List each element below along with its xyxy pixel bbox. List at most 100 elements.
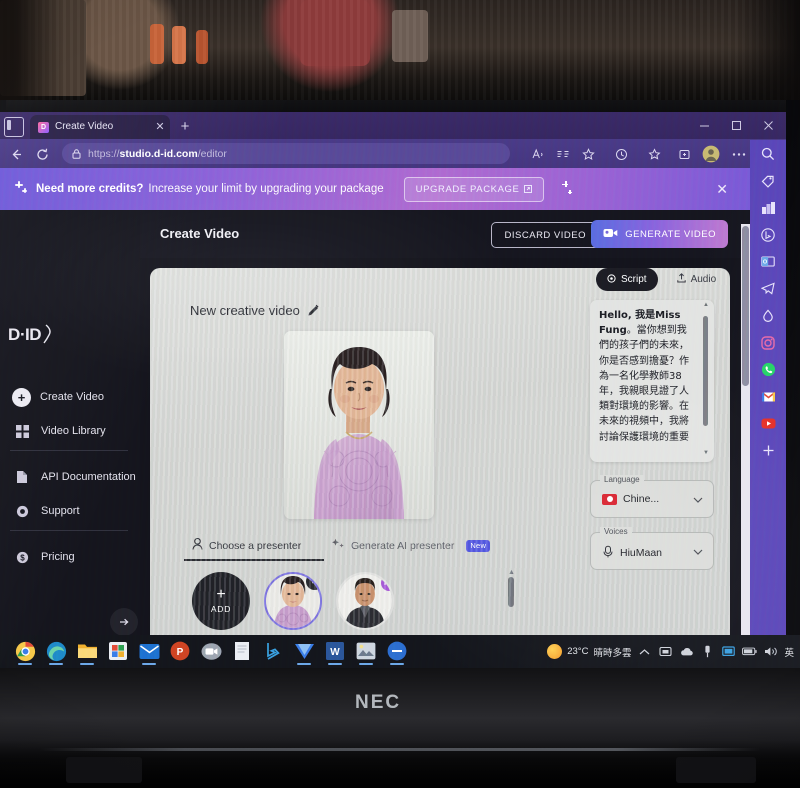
- script-editor[interactable]: Hello, 我是Miss Fung。當你想到我們的孩子們的未來，你是否感到擔憂…: [590, 300, 714, 462]
- reload-button[interactable]: [32, 144, 52, 164]
- settings-more-icon[interactable]: [729, 144, 749, 164]
- language-value: Chine...: [623, 493, 660, 505]
- browser-titlebar: D Create Video ✕ +: [0, 112, 786, 139]
- gmail-icon[interactable]: [750, 383, 786, 410]
- drop-icon[interactable]: [750, 302, 786, 329]
- feedback-fab-button[interactable]: [110, 608, 138, 636]
- script-scrollbar[interactable]: [703, 307, 708, 455]
- sparkle-icon: [332, 538, 345, 553]
- language-select[interactable]: Language Chine...: [590, 475, 714, 518]
- taskbar-edge-icon[interactable]: [43, 638, 69, 665]
- close-button[interactable]: [752, 112, 784, 139]
- tab-audio[interactable]: Audio: [666, 268, 728, 291]
- sidebar-item-api-documentation[interactable]: API Documentation: [0, 460, 140, 494]
- generate-video-button[interactable]: GENERATE VIDEO: [591, 220, 728, 248]
- banner-close-icon[interactable]: ✕: [716, 181, 728, 198]
- pencil-icon[interactable]: [307, 304, 320, 317]
- tab-actions-icon[interactable]: [4, 117, 24, 137]
- new-tab-button[interactable]: +: [176, 118, 194, 136]
- cloud-icon[interactable]: [679, 644, 694, 659]
- discard-video-button[interactable]: DISCARD VIDEO: [490, 222, 600, 248]
- youtube-icon[interactable]: [750, 410, 786, 437]
- remove-presenter-icon[interactable]: ✕: [306, 574, 320, 590]
- sun-cloud-icon: [547, 644, 563, 659]
- taskbar-photos-icon[interactable]: [353, 638, 379, 665]
- taskbar-minus-app-icon[interactable]: [384, 638, 410, 665]
- maximize-button[interactable]: [720, 112, 752, 139]
- scrollbar-thumb[interactable]: [508, 577, 514, 607]
- scrollbar-thumb[interactable]: [703, 316, 708, 426]
- voices-select[interactable]: Voices HiuMaan: [590, 527, 714, 570]
- chevron-down-icon[interactable]: [693, 495, 703, 505]
- chevron-down-icon[interactable]: [693, 547, 703, 557]
- profile-icon[interactable]: [701, 144, 721, 164]
- taskbar-store-icon[interactable]: [105, 638, 131, 664]
- browser-tab-create-video[interactable]: D Create Video ✕: [30, 115, 170, 139]
- chevron-up-icon[interactable]: [637, 644, 652, 659]
- video-title[interactable]: New creative video: [190, 303, 320, 318]
- sidebar-item-create-video[interactable]: + Create Video: [0, 380, 140, 414]
- instagram-icon[interactable]: [750, 329, 786, 356]
- bing-icon[interactable]: [750, 221, 786, 248]
- taskbar-chrome-icon[interactable]: [12, 638, 38, 665]
- favorite-add-icon[interactable]: [578, 144, 598, 164]
- ime-indicator[interactable]: 英: [784, 645, 794, 659]
- taskbar-file-explorer-icon[interactable]: [74, 638, 100, 665]
- telegram-icon[interactable]: [750, 275, 786, 302]
- search-icon[interactable]: [750, 140, 786, 167]
- tab-generate-ai-presenter[interactable]: Generate AI presenter New: [332, 538, 491, 553]
- presenter-thumb-option[interactable]: HQ: [336, 572, 394, 630]
- whatsapp-icon[interactable]: [750, 356, 786, 383]
- tab-script[interactable]: Script: [596, 268, 658, 291]
- presenter-thumb-selected[interactable]: ✕: [264, 572, 322, 630]
- outlook-icon[interactable]: O: [750, 248, 786, 275]
- taskbar-mail-icon[interactable]: [136, 638, 162, 665]
- svg-text:D: D: [8, 325, 20, 344]
- scroll-up-icon[interactable]: ▲: [703, 302, 709, 308]
- taskbar-powerpoint-icon[interactable]: P: [167, 638, 193, 664]
- read-aloud-icon[interactable]: [528, 144, 548, 164]
- add-app-icon[interactable]: [750, 437, 786, 464]
- battery-icon[interactable]: [742, 644, 758, 659]
- shopping-tag-icon[interactable]: [750, 167, 786, 194]
- sidebar-item-label: Video Library: [41, 425, 106, 437]
- back-button[interactable]: [6, 144, 26, 164]
- banner-headline: Need more credits?: [36, 183, 144, 195]
- volume-icon[interactable]: [763, 644, 778, 659]
- taskbar-zoom-icon[interactable]: [198, 638, 224, 664]
- voices-value: HiuMaan: [620, 547, 663, 559]
- tab-choose-presenter[interactable]: Choose a presenter: [183, 537, 325, 561]
- page-scrollbar[interactable]: [741, 224, 750, 635]
- minimize-button[interactable]: [688, 112, 720, 139]
- sidebar-item-pricing[interactable]: $ Pricing: [0, 540, 140, 574]
- address-bar[interactable]: https://studio.d-id.com/editor: [62, 143, 510, 164]
- display-icon[interactable]: [721, 644, 736, 659]
- tab-close-icon[interactable]: ✕: [153, 120, 167, 134]
- weather-widget[interactable]: 23°C 晴時多雲: [547, 644, 631, 659]
- taskbar-wps-icon[interactable]: [291, 638, 317, 665]
- taskbar-bing-icon[interactable]: [260, 638, 286, 664]
- sidebar-item-video-library[interactable]: Video Library: [0, 414, 140, 448]
- presenter-stage[interactable]: [284, 331, 434, 519]
- scrollbar-thumb[interactable]: [742, 226, 749, 386]
- scroll-down-icon[interactable]: ▼: [703, 450, 709, 456]
- tab-generate-ai-presenter-label: Generate AI presenter: [351, 539, 455, 552]
- upgrade-package-button[interactable]: UPGRADE PACKAGE: [403, 176, 545, 202]
- script-text[interactable]: Hello, 我是Miss Fung。當你想到我們的孩子們的未來，你是否感到擔憂…: [599, 308, 693, 445]
- immersive-reader-icon[interactable]: [553, 144, 573, 164]
- add-presenter-button[interactable]: + ADD: [192, 572, 250, 630]
- games-icon[interactable]: [750, 194, 786, 221]
- collections-icon[interactable]: [674, 144, 694, 164]
- sidebar-item-support[interactable]: Support: [0, 494, 140, 528]
- svg-text:W: W: [330, 647, 340, 658]
- usb-icon[interactable]: [700, 644, 715, 659]
- upgrade-banner-text: Need more credits? Increase your limit by…: [36, 183, 384, 195]
- favorites-star-icon[interactable]: [644, 144, 664, 164]
- add-presenter-label: ADD: [210, 604, 232, 614]
- taskbar-word-icon[interactable]: W: [322, 638, 348, 665]
- taskbar-notepad-icon[interactable]: [229, 638, 255, 664]
- canvas-scrollbar[interactable]: ▲: [507, 569, 515, 611]
- onedrive-icon[interactable]: [658, 644, 673, 659]
- app-sidebar: D · ID + Create Video Video Library API …: [0, 210, 140, 635]
- history-icon[interactable]: [611, 144, 631, 164]
